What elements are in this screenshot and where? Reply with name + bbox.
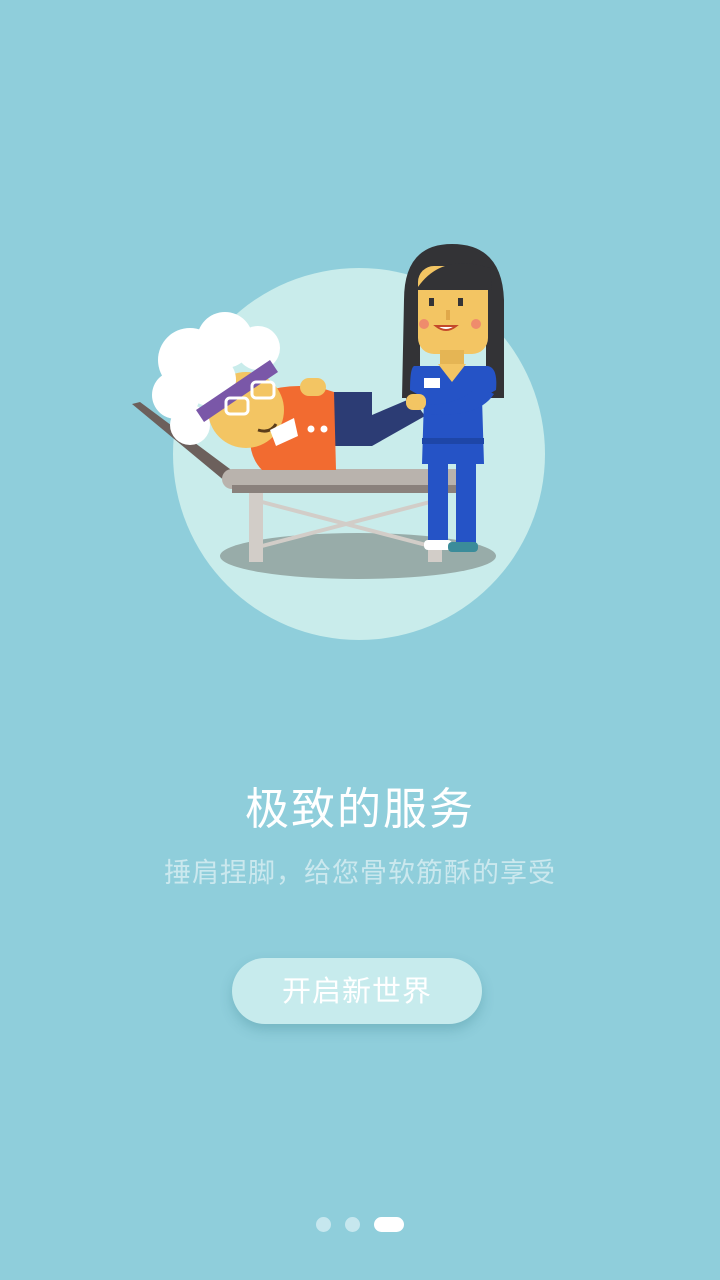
page-dot-1[interactable] [316, 1216, 331, 1232]
onboarding-subtitle: 捶肩捏脚，给您骨软筋酥的享受 [164, 858, 556, 889]
page-indicator [0, 1216, 720, 1232]
page-dot-2[interactable] [345, 1216, 360, 1232]
page-dot-3-active[interactable] [374, 1216, 404, 1232]
massage-therapy-illustration [132, 244, 545, 640]
onboarding-title: 极致的服务 [245, 784, 475, 835]
onboarding-screen: 极致的服务 捶肩捏脚，给您骨软筋酥的享受 开启新世界 [0, 0, 720, 1280]
start-button[interactable]: 开启新世界 [232, 958, 482, 1024]
